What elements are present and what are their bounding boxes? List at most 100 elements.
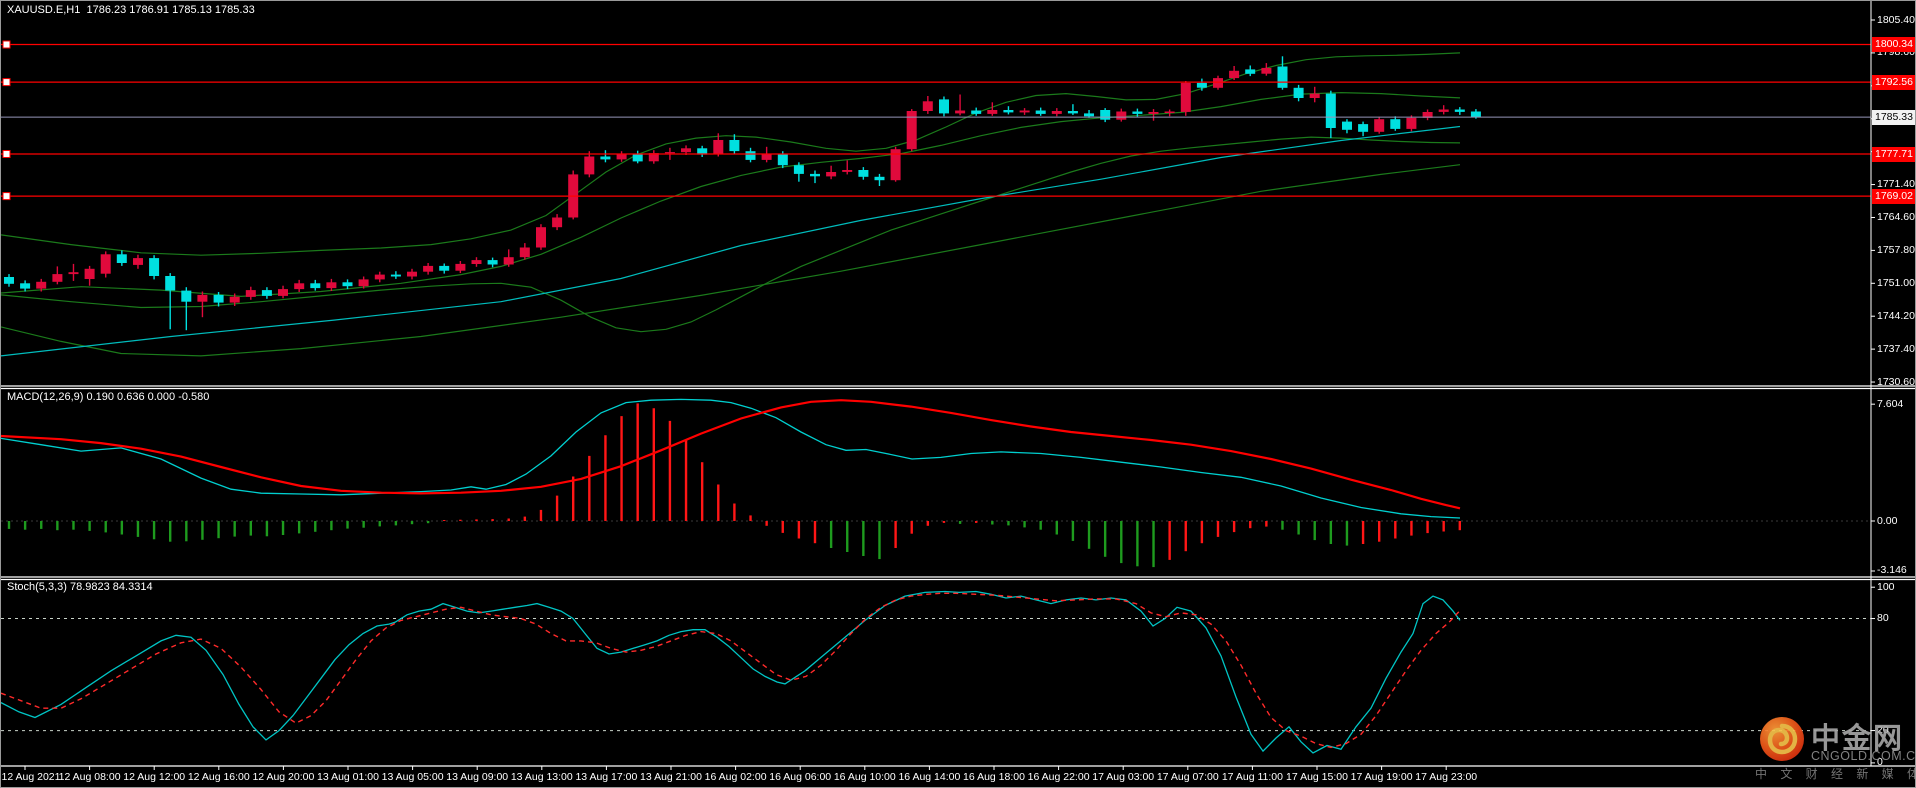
candle-body [552, 217, 563, 228]
watermark-tagline: 中 文 财 经 新 媒 体 [1755, 767, 1916, 781]
candle-body [713, 140, 724, 155]
level-price-badge: 1800.34 [1872, 36, 1915, 52]
candle-body [1051, 111, 1062, 114]
candle-body [1245, 69, 1256, 74]
time-tick-label: 16 Aug 06:00 [769, 771, 832, 783]
stoch-level-label: 80 [1877, 612, 1889, 625]
price-tick-label: 1805.40 [1877, 13, 1915, 26]
candle-body [4, 277, 14, 284]
candle-body [423, 265, 434, 272]
current-price-badge: 1785.33 [1872, 109, 1915, 125]
candle-body [1100, 110, 1111, 120]
candle-body [1229, 70, 1240, 79]
candle-body [1374, 119, 1385, 132]
chart-canvas[interactable] [1, 1, 1916, 788]
candle-body [745, 151, 756, 160]
time-tick-label: 17 Aug 15:00 [1286, 771, 1348, 783]
candle-body [1213, 78, 1223, 88]
macd-main-line [1, 398, 1461, 519]
candle-body [1003, 110, 1014, 113]
time-tick-label: 12 Aug 20:00 [252, 771, 315, 783]
time-tick-label: 12 Aug 2021 [1, 771, 61, 783]
time-tick-label: 16 Aug 10:00 [833, 771, 896, 783]
macd-min-label: -3.146 [1877, 564, 1907, 577]
price-tick-label: 1751.00 [1877, 276, 1915, 289]
candle-body [777, 153, 788, 166]
candle-body [278, 289, 288, 296]
line-handle[interactable] [2, 40, 11, 49]
time-tick-label: 13 Aug 13:00 [510, 771, 573, 783]
symbol-title: XAUUSD.E,H1 1786.23 1786.91 1785.13 1785… [7, 4, 255, 16]
candle-body [1325, 93, 1336, 128]
candle-body [36, 281, 47, 289]
candle-body [1148, 112, 1159, 114]
candle-body [358, 279, 369, 287]
price-tick-label: 1744.20 [1877, 309, 1915, 322]
candle-body [197, 294, 208, 302]
price-tick-label: 1757.80 [1877, 243, 1915, 256]
candle-body [1067, 111, 1078, 114]
time-tick-label: 17 Aug 03:00 [1092, 771, 1155, 783]
candle-body [1293, 87, 1304, 98]
candle-body [1164, 111, 1175, 113]
candle-body [503, 257, 514, 265]
candle-body [536, 227, 546, 248]
price-tick-label: 1730.60 [1877, 375, 1915, 388]
time-tick-label: 17 Aug 11:00 [1221, 771, 1283, 783]
slow-ma-green-line [1, 164, 1461, 357]
macd-signal-line [1, 399, 1461, 510]
candle-body [1358, 124, 1369, 132]
time-tick-label: 13 Aug 05:00 [381, 771, 444, 783]
candle-body [52, 274, 63, 282]
line-handle[interactable] [2, 78, 11, 87]
candle-body [390, 274, 401, 277]
candle-body [842, 170, 853, 172]
candle-body [600, 156, 611, 160]
candle-body [213, 294, 224, 303]
candle-body [165, 276, 176, 291]
candle-body [1454, 109, 1465, 112]
level-price-badge: 1777.71 [1872, 146, 1915, 162]
candle-body [133, 258, 143, 265]
candle-body [471, 260, 482, 264]
macd-zero-label: 0.00 [1877, 514, 1898, 527]
candle-body [987, 110, 998, 114]
time-tick-label: 13 Aug 09:00 [446, 771, 509, 783]
line-handle[interactable] [2, 192, 11, 201]
time-tick-label: 12 Aug 08:00 [58, 771, 121, 783]
candle-body [439, 265, 450, 271]
candle-body [1084, 113, 1094, 117]
level-price-badge: 1769.02 [1872, 188, 1915, 204]
candle-body [826, 172, 837, 177]
candle-body [1116, 111, 1127, 120]
macd-indicator-label: MACD(12,26,9) 0.190 0.636 0.000 -0.580 [7, 391, 210, 403]
candle-body [116, 254, 127, 263]
price-tick-label: 1764.60 [1877, 210, 1915, 223]
candle-body [1035, 110, 1046, 114]
line-handle[interactable] [2, 150, 11, 158]
candle-body [455, 263, 466, 271]
time-tick-label: 12 Aug 16:00 [187, 771, 250, 783]
candle-body [729, 140, 740, 152]
candle-body [939, 99, 949, 114]
candle-body [632, 154, 643, 162]
candle-body [810, 173, 820, 177]
candle-body [1180, 82, 1191, 112]
trading-chart-window: XAUUSD.E,H1 1786.23 1786.91 1785.13 1785… [0, 0, 1916, 788]
price-tick-label: 1737.40 [1877, 342, 1915, 355]
candle-body [1438, 109, 1449, 112]
candle-body [1470, 111, 1481, 118]
time-tick-label: 16 Aug 14:00 [898, 771, 961, 783]
candle-body [1390, 119, 1401, 129]
candle-body [68, 272, 79, 275]
candle-body [245, 290, 256, 297]
candle-body [294, 283, 305, 290]
candle-body [374, 274, 385, 280]
candle-body [181, 290, 192, 302]
cngold-watermark: 中金网 CNGOLD.COM.CN 中 文 财 经 新 媒 体 [1753, 713, 1916, 783]
watermark-domain: CNGOLD.COM.CN [1811, 749, 1916, 763]
candle-body [149, 258, 160, 276]
candle-body [616, 154, 627, 160]
candle-body [955, 110, 966, 114]
time-tick-label: 12 Aug 12:00 [123, 771, 186, 783]
